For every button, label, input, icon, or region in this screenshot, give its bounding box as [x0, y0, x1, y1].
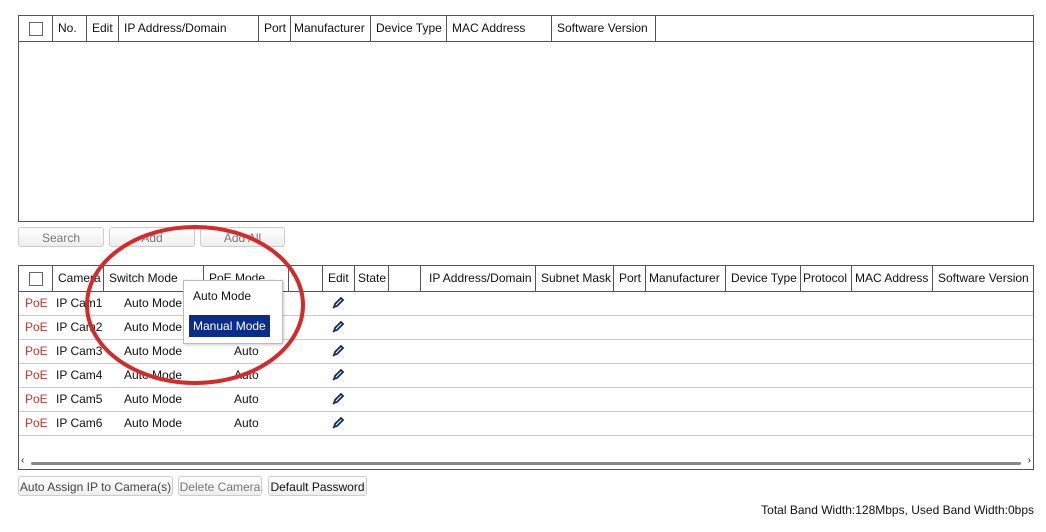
bandwidth-status: Total Band Width:128Mbps, Used Band Widt…: [761, 503, 1034, 517]
table-row[interactable]: PoE IP Cam6 Auto Mode Auto: [19, 411, 1033, 436]
search-results-table: No. Edit IP Address/Domain Port Manufact…: [18, 15, 1034, 222]
col-blank: [389, 266, 421, 291]
col-camera[interactable]: Camera: [53, 266, 104, 291]
select-all-cell: [19, 266, 53, 291]
add-button[interactable]: Add: [109, 227, 195, 247]
col-software[interactable]: Software Version: [552, 16, 656, 41]
select-all-cell: [19, 16, 53, 41]
col-manufacturer[interactable]: Manufacturer: [291, 16, 371, 41]
col-port[interactable]: Port: [259, 16, 291, 41]
camera-name: IP Cam2: [56, 320, 103, 334]
switch-mode-value[interactable]: Auto Mode: [124, 363, 182, 387]
col-blank: [289, 266, 323, 291]
camera-name: IP Cam4: [56, 368, 103, 382]
col-ip[interactable]: IP Address/Domain: [421, 266, 536, 291]
col-subnet[interactable]: Subnet Mask: [536, 266, 614, 291]
switch-mode-value[interactable]: Auto Mode: [124, 387, 182, 411]
delete-camera-button[interactable]: Delete Camera: [178, 476, 262, 496]
poe-tag: PoE: [25, 392, 48, 406]
edit-pencil-icon[interactable]: [331, 344, 345, 358]
table-row[interactable]: PoE IP Cam5 Auto Mode Auto: [19, 387, 1033, 412]
table-header: No. Edit IP Address/Domain Port Manufact…: [19, 16, 1033, 42]
default-password-button[interactable]: Default Password: [268, 476, 367, 496]
table-row[interactable]: PoE IP Cam3 Auto Mode Auto: [19, 339, 1033, 364]
select-all-checkbox[interactable]: [29, 272, 43, 286]
switch-mode-value[interactable]: Auto Mode: [124, 339, 182, 363]
col-mac[interactable]: MAC Address: [852, 266, 933, 291]
poe-mode-value[interactable]: Auto: [234, 363, 259, 387]
option-auto-mode[interactable]: Auto Mode: [193, 289, 251, 303]
switch-mode-value[interactable]: Auto Mode: [124, 315, 182, 339]
col-manufacturer[interactable]: Manufacturer: [646, 266, 726, 291]
auto-assign-ip-button[interactable]: Auto Assign IP to Camera(s): [18, 476, 173, 496]
poe-tag: PoE: [25, 368, 48, 382]
col-edit[interactable]: Edit: [87, 16, 119, 41]
col-state[interactable]: State: [355, 266, 389, 291]
col-edit[interactable]: Edit: [323, 266, 355, 291]
search-button[interactable]: Search: [18, 227, 104, 247]
scroll-left-icon[interactable]: ‹: [21, 455, 24, 466]
switch-mode-value[interactable]: Auto Mode: [124, 291, 182, 315]
col-no[interactable]: No.: [53, 16, 87, 41]
poe-tag: PoE: [25, 296, 48, 310]
select-all-checkbox[interactable]: [29, 22, 43, 36]
horizontal-scrollbar[interactable]: ‹ ›: [19, 455, 1033, 468]
camera-name: IP Cam6: [56, 416, 103, 430]
table-row[interactable]: PoE IP Cam1 Auto Mode Auto: [19, 291, 1033, 316]
option-manual-mode[interactable]: Manual Mode: [189, 315, 270, 337]
poe-tag: PoE: [25, 416, 48, 430]
col-mac[interactable]: MAC Address: [447, 16, 552, 41]
camera-name: IP Cam3: [56, 344, 103, 358]
col-port[interactable]: Port: [614, 266, 646, 291]
col-device-type[interactable]: Device Type: [371, 16, 447, 41]
switch-mode-label: Switch Mode: [109, 271, 178, 285]
col-software[interactable]: Software Version: [933, 266, 1033, 291]
table-row[interactable]: PoE IP Cam2 Auto Mode Auto: [19, 315, 1033, 340]
poe-tag: PoE: [25, 344, 48, 358]
table-header: Camera Switch Mode ⌄ PoE Mode ⌄ Edit Sta…: [19, 266, 1033, 292]
scroll-right-icon[interactable]: ›: [1028, 455, 1031, 466]
camera-name: IP Cam5: [56, 392, 103, 406]
switch-mode-value[interactable]: Auto Mode: [124, 411, 182, 435]
table-row[interactable]: PoE IP Cam4 Auto Mode Auto: [19, 363, 1033, 388]
edit-pencil-icon[interactable]: [331, 368, 345, 382]
col-protocol[interactable]: Protocol: [801, 266, 852, 291]
switch-mode-dropdown: Auto Mode Manual Mode: [183, 280, 283, 344]
col-device-type[interactable]: Device Type: [726, 266, 801, 291]
edit-pencil-icon[interactable]: [331, 416, 345, 430]
add-all-button[interactable]: Add All: [200, 227, 285, 247]
poe-mode-value[interactable]: Auto: [234, 387, 259, 411]
poe-mode-value[interactable]: Auto: [234, 411, 259, 435]
col-ip[interactable]: IP Address/Domain: [119, 16, 259, 41]
edit-pencil-icon[interactable]: [331, 296, 345, 310]
camera-table: Camera Switch Mode ⌄ PoE Mode ⌄ Edit Sta…: [18, 265, 1034, 470]
edit-pencil-icon[interactable]: [331, 320, 345, 334]
poe-tag: PoE: [25, 320, 48, 334]
scrollbar-thumb[interactable]: [31, 462, 1021, 465]
camera-name: IP Cam1: [56, 296, 103, 310]
edit-pencil-icon[interactable]: [331, 392, 345, 406]
